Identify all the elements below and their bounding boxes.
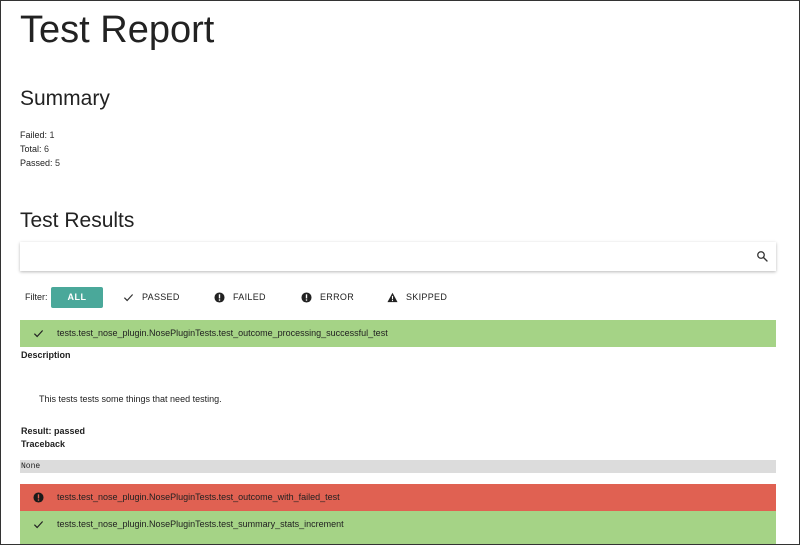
filter-bar: Filter: ALL PASSED FAILED ERROR SKIPPED [20, 287, 780, 309]
search-bar [20, 242, 776, 271]
error-circle-icon [214, 292, 225, 303]
total-count: 6 [44, 144, 50, 154]
filter-failed-label: FAILED [233, 292, 266, 302]
description-label: Description [21, 350, 71, 360]
test-results-heading: Test Results [20, 209, 135, 232]
result-row-passed[interactable]: tests.test_nose_plugin.NosePluginTests.t… [20, 511, 776, 538]
page-title: Test Report [20, 9, 215, 51]
failed-label: Failed: [20, 130, 48, 140]
passed-stat: Passed: 5 [20, 156, 60, 170]
result-row-partial[interactable] [20, 538, 776, 544]
passed-label: Passed: [20, 158, 53, 168]
total-label: Total: [20, 144, 42, 154]
warning-triangle-icon [387, 292, 398, 303]
result-name: tests.test_nose_plugin.NosePluginTests.t… [57, 492, 340, 502]
search-icon[interactable] [756, 250, 768, 262]
result-row-passed[interactable]: tests.test_nose_plugin.NosePluginTests.t… [20, 320, 776, 347]
result-name: tests.test_nose_plugin.NosePluginTests.t… [57, 328, 388, 338]
failed-stat: Failed: 1 [20, 128, 60, 142]
filter-all-button[interactable]: ALL [51, 287, 103, 308]
report-page: Test Report Summary Failed: 1 Total: 6 P… [0, 0, 800, 545]
result-detail-panel: Description This tests tests some things… [20, 347, 776, 484]
check-icon [123, 294, 134, 302]
total-stat: Total: 6 [20, 142, 60, 156]
filter-label: Filter: [25, 292, 48, 302]
check-icon [33, 330, 44, 338]
traceback-label: Traceback [21, 439, 66, 449]
result-row-failed[interactable]: tests.test_nose_plugin.NosePluginTests.t… [20, 484, 776, 511]
traceback-block: None [20, 460, 776, 473]
error-circle-icon [33, 492, 44, 503]
error-circle-icon [301, 292, 312, 303]
passed-count: 5 [55, 158, 61, 168]
description-text: This tests tests some things that need t… [39, 394, 222, 404]
search-input[interactable] [26, 246, 750, 269]
filter-passed-label: PASSED [142, 292, 180, 302]
result-status-text: Result: passed [21, 426, 86, 436]
filter-error-label: ERROR [320, 292, 355, 302]
summary-heading: Summary [20, 87, 110, 110]
check-icon [33, 521, 44, 529]
result-name: tests.test_nose_plugin.NosePluginTests.t… [57, 519, 344, 529]
summary-stats: Failed: 1 Total: 6 Passed: 5 [20, 128, 60, 170]
failed-count: 1 [49, 130, 55, 140]
filter-skipped-label: SKIPPED [406, 292, 448, 302]
